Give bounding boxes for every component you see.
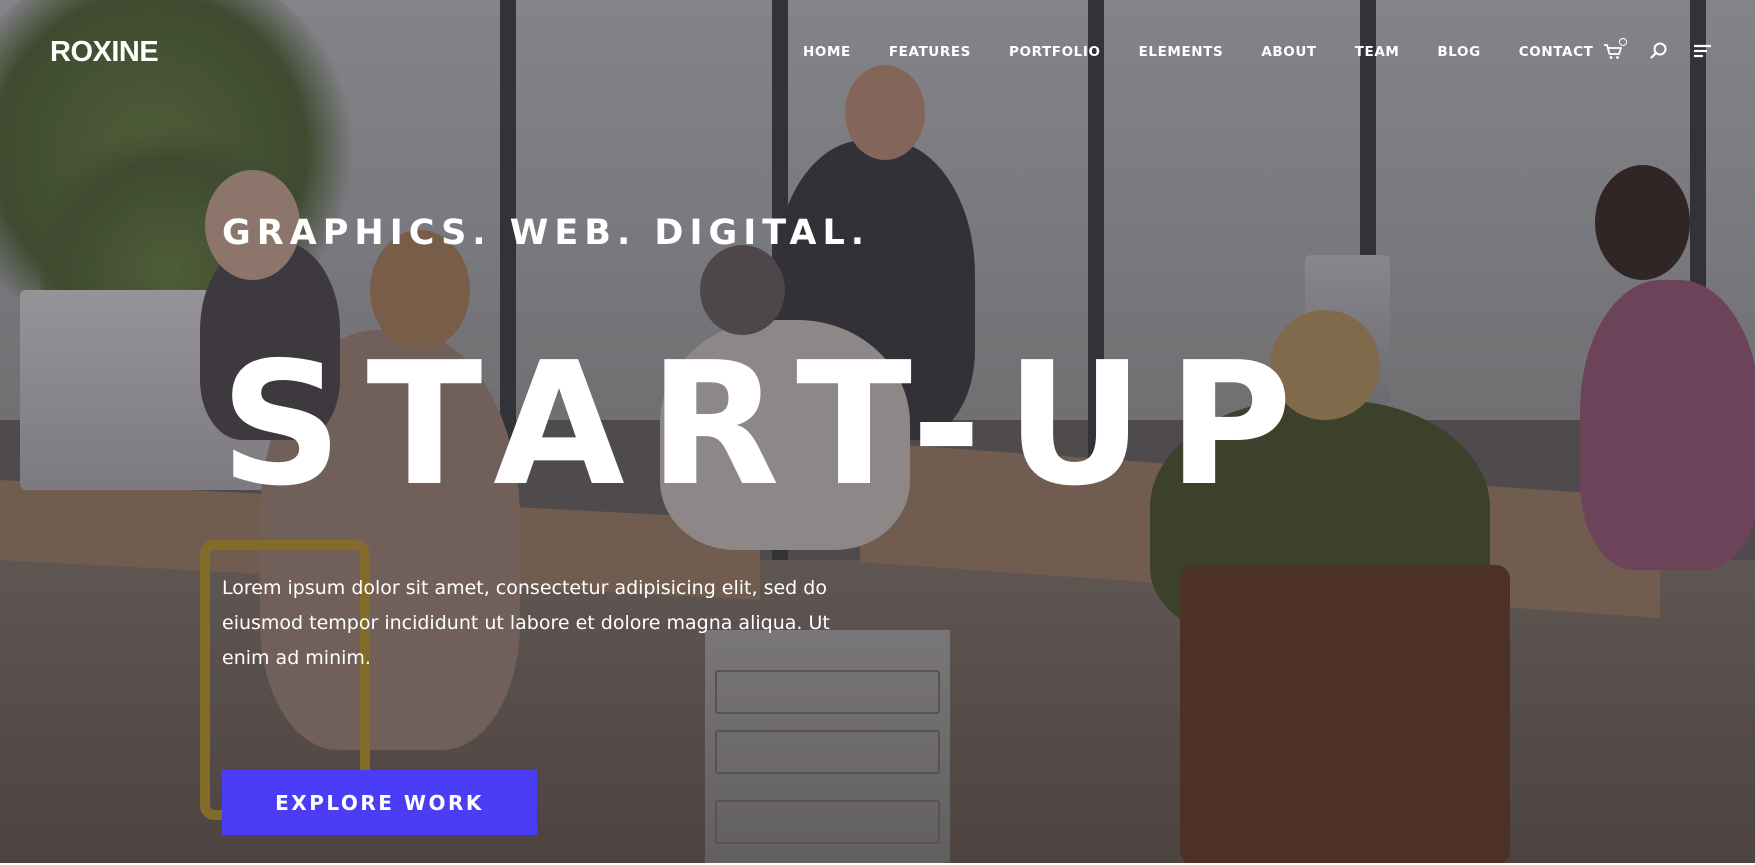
nav-item-portfolio[interactable]: PORTFOLIO — [1009, 44, 1101, 60]
nav-item-features[interactable]: FEATURES — [889, 44, 971, 60]
top-navigation: ROXINE HOME FEATURES PORTFOLIO ELEMENTS … — [0, 0, 1755, 105]
hero-tagline: GRAPHICS. WEB. DIGITAL. — [222, 213, 871, 253]
cart-count-badge — [1619, 38, 1627, 46]
search-icon[interactable] — [1648, 40, 1670, 62]
site-logo[interactable]: ROXINE — [50, 36, 159, 69]
cart-icon[interactable] — [1602, 38, 1627, 62]
hero-headline: START-UP — [220, 326, 1317, 524]
explore-work-button[interactable]: EXPLORE WORK — [222, 770, 537, 835]
hero-intro-text: Lorem ipsum dolor sit amet, consectetur … — [222, 577, 830, 669]
nav-item-elements[interactable]: ELEMENTS — [1139, 44, 1224, 60]
nav-item-blog[interactable]: BLOG — [1437, 44, 1480, 60]
nav-item-contact[interactable]: CONTACT — [1519, 44, 1594, 60]
hero-section: ROXINE HOME FEATURES PORTFOLIO ELEMENTS … — [0, 0, 1755, 863]
nav-item-team[interactable]: TEAM — [1355, 44, 1400, 60]
nav-item-about[interactable]: ABOUT — [1261, 44, 1316, 60]
nav-item-home[interactable]: HOME — [803, 44, 851, 60]
main-menu: HOME FEATURES PORTFOLIO ELEMENTS ABOUT T… — [803, 44, 1631, 60]
menu-icon[interactable] — [1692, 40, 1714, 62]
